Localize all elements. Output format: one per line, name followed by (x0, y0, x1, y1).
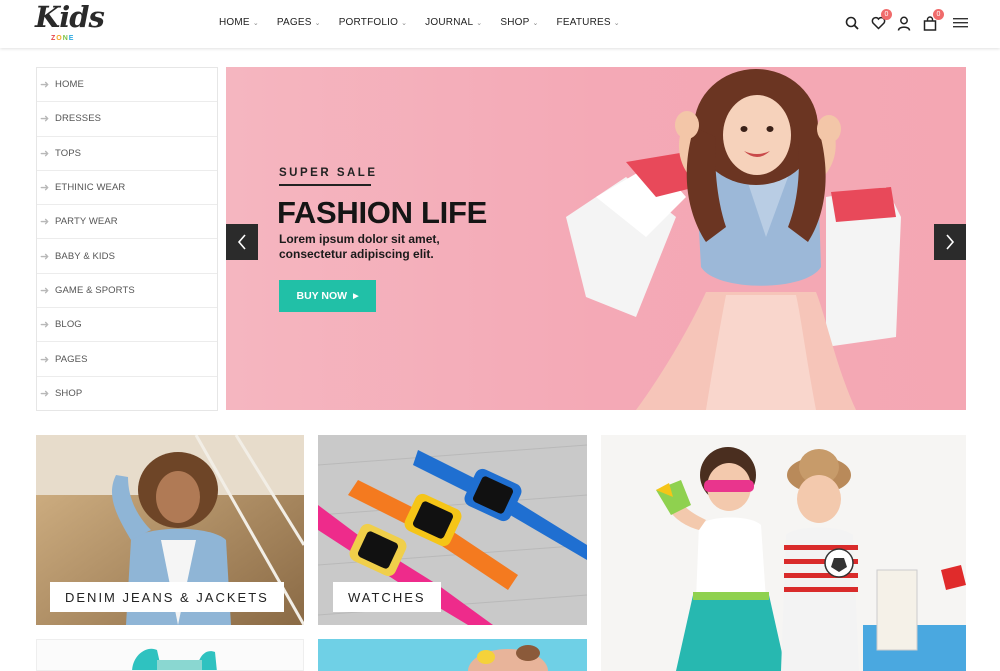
slider-next-button[interactable] (934, 224, 966, 260)
arrow-right-icon: ➜ (40, 250, 50, 263)
hero-title: FASHION LIFE (277, 195, 487, 230)
watches-label[interactable]: WATCHES (333, 582, 441, 612)
header-actions: 0 0 (844, 9, 968, 32)
nav-item-journal[interactable]: JOURNAL ⌄ (425, 17, 482, 28)
chevron-down-icon: ⌄ (401, 19, 408, 27)
arrow-right-icon: ➜ (40, 388, 50, 401)
hero-kicker: SUPER SALE (279, 167, 378, 179)
buy-now-label: BUY NOW (296, 290, 348, 302)
user-icon[interactable] (896, 14, 912, 32)
category-tile-bags[interactable] (36, 639, 304, 671)
arrow-right-icon: ➜ (40, 216, 50, 229)
search-icon[interactable] (844, 14, 860, 32)
sidebar-item-label: DRESSES (55, 113, 102, 125)
logo-subtitle: ZONE (51, 35, 75, 42)
bag-image (132, 648, 217, 670)
nav-item-pages[interactable]: PAGES ⌄ (277, 17, 321, 28)
hamburger-menu-icon[interactable] (952, 14, 968, 32)
chevron-down-icon: ⌄ (532, 19, 539, 27)
sidebar-item-label: BLOG (55, 319, 82, 331)
logo-wordmark: Kids (35, 0, 105, 34)
site-header: Kids ZONE HOME ⌄ PAGES ⌄ PORTFOLIO ⌄ JOURNA… (0, 0, 1000, 48)
hero-kicker-underline (279, 184, 371, 186)
category-tile-swim[interactable] (318, 639, 587, 671)
sidebar-item-shop[interactable]: ➜ SHOP (37, 377, 217, 411)
wishlist-count-badge: 0 (881, 9, 892, 20)
sidebar-item-baby-kids[interactable]: ➜ BABY & KIDS (37, 239, 217, 274)
shopping-bag-icon[interactable]: 0 (922, 9, 944, 32)
chevron-right-icon (946, 234, 955, 250)
nav-item-features[interactable]: FEATURES ⌄ (557, 17, 620, 28)
denim-jeans-jackets-label[interactable]: DENIM JEANS & JACKETS (50, 582, 284, 612)
sidebar-item-label: GAME & SPORTS (55, 284, 135, 296)
chevron-left-icon (237, 234, 246, 250)
category-tile-watches[interactable]: WATCHES (318, 435, 587, 625)
chevron-down-icon: ⌄ (613, 19, 620, 27)
nav-item-shop[interactable]: SHOP ⌄ (500, 17, 538, 28)
chevron-down-icon: ⌄ (314, 19, 321, 27)
arrow-right-icon: ➜ (40, 319, 50, 332)
buy-now-button[interactable]: BUY NOW ▶ (279, 280, 376, 312)
sidebar-item-ethnic-wear[interactable]: ➜ ETHINIC WEAR (37, 171, 217, 206)
arrow-right-icon: ➜ (40, 353, 50, 366)
sidebar-item-label: ETHINIC WEAR (55, 182, 126, 194)
chevron-down-icon: ⌄ (476, 19, 483, 27)
nav-item-home[interactable]: HOME ⌄ (219, 17, 259, 28)
logo[interactable]: Kids ZONE (35, 0, 105, 46)
sidebar-item-label: PAGES (55, 353, 88, 365)
sidebar-item-label: BABY & KIDS (55, 250, 116, 262)
nav-item-portfolio[interactable]: PORTFOLIO ⌄ (339, 17, 407, 28)
arrow-right-icon: ➜ (40, 147, 50, 160)
two-kids-image (601, 435, 966, 671)
sidebar-item-tops[interactable]: ➜ TOPS (37, 137, 217, 171)
arrow-right-icon: ➜ (40, 182, 50, 195)
cart-count-badge: 0 (933, 9, 944, 20)
category-sidebar: ➜ HOME ➜ DRESSES ➜ TOPS ➜ ETHINIC WEAR ➜ PART… (36, 67, 218, 411)
sidebar-item-home[interactable]: ➜ HOME (37, 68, 217, 103)
arrow-right-icon: ➜ (40, 113, 50, 126)
sidebar-item-label: HOME (55, 79, 84, 91)
category-tile-denim[interactable]: DENIM JEANS & JACKETS (36, 435, 304, 625)
sidebar-item-game-sports[interactable]: ➜ GAME & SPORTS (37, 274, 217, 309)
chevron-down-icon: ⌄ (252, 19, 259, 27)
heart-icon[interactable]: 0 (870, 9, 892, 32)
hero-description: Lorem ipsum dolor sit amet, consectetur … (279, 232, 440, 261)
main-nav: HOME ⌄ PAGES ⌄ PORTFOLIO ⌄ JOURNAL ⌄ SHOP ⌄ F… (219, 17, 638, 28)
hero-girl-with-shopping-bags-image (566, 69, 901, 410)
sidebar-item-blog[interactable]: ➜ BLOG (37, 308, 217, 343)
play-triangle-icon: ▶ (353, 293, 359, 300)
sidebar-item-party-wear[interactable]: ➜ PARTY WEAR (37, 205, 217, 240)
category-tile-kids[interactable] (601, 435, 966, 671)
sidebar-item-label: PARTY WEAR (55, 216, 118, 228)
arrow-right-icon: ➜ (40, 79, 50, 92)
sidebar-item-label: TOPS (55, 147, 82, 159)
sidebar-item-label: SHOP (55, 388, 83, 400)
sidebar-item-pages[interactable]: ➜ PAGES (37, 342, 217, 377)
slider-prev-button[interactable] (226, 224, 258, 260)
sidebar-item-dresses[interactable]: ➜ DRESSES (37, 102, 217, 137)
hero-slider: SUPER SALE FASHION LIFE Lorem ipsum dolo… (226, 67, 966, 410)
arrow-right-icon: ➜ (40, 284, 50, 297)
pool-image (318, 639, 587, 671)
